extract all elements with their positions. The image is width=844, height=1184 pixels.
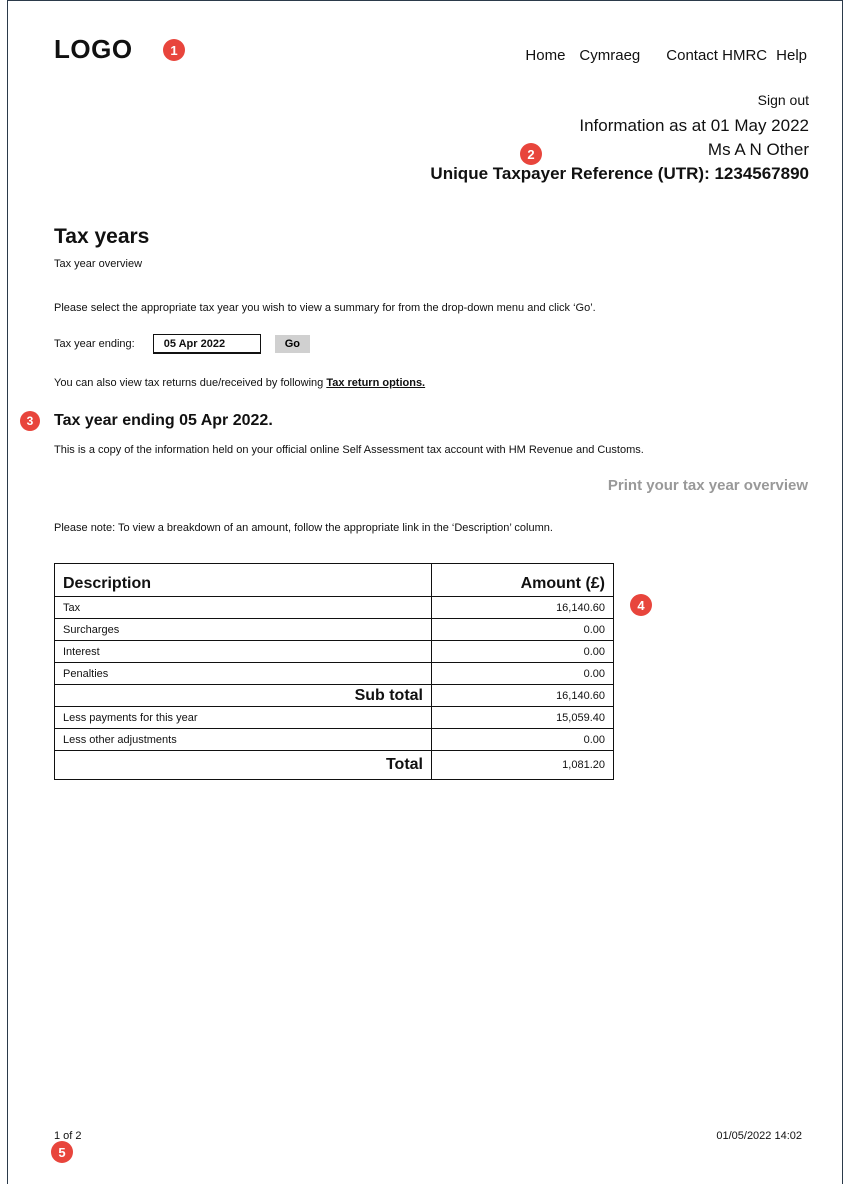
nav-home-link[interactable]: Home [525,47,565,64]
breakdown-note: Please note: To view a breakdown of an a… [54,522,553,534]
header-amount: Amount (£) [431,563,614,597]
nav-contact-hmrc-link[interactable]: Contact HMRC [666,47,767,64]
row-amount: 0.00 [431,618,614,641]
go-button[interactable]: Go [274,335,310,353]
table-row: Less payments for this year 15,059.40 [54,706,614,729]
row-description: Less payments for this year [54,706,432,729]
header-description: Description [54,563,432,597]
table-row: Penalties 0.00 [54,662,614,685]
tax-year-select[interactable]: 05 Apr 2022 [152,334,261,354]
annotation-marker-1: 1 [163,39,185,61]
row-amount: 0.00 [431,640,614,663]
copy-notice: This is a copy of the information held o… [54,444,644,456]
subtotal-amount: 16,140.60 [431,684,614,707]
table-header-row: Description Amount (£) [54,563,614,597]
row-amount: 15,059.40 [431,706,614,729]
page-count: 1 of 2 [54,1130,82,1142]
taxpayer-name: Ms A N Other [707,140,809,159]
logo: LOGO [54,34,133,64]
sign-out-link[interactable]: Sign out [430,92,809,108]
row-amount: 0.00 [431,662,614,685]
table-row: Interest 0.00 [54,640,614,663]
page-subtitle: Tax year overview [54,258,143,270]
utr-reference: Unique Taxpayer Reference (UTR): 1234567… [430,164,809,183]
table-row: Less other adjustments 0.00 [54,728,614,751]
print-timestamp: 01/05/2022 14:02 [716,1130,802,1142]
row-description: Surcharges [54,618,432,641]
tax-year-label: Tax year ending: [54,338,135,350]
row-description: Penalties [54,662,432,685]
subtotal-label: Sub total [54,684,432,707]
annotation-marker-4: 4 [630,594,652,616]
print-overview-link[interactable]: Print your tax year overview [608,477,808,494]
annotation-marker-5: 5 [51,1141,73,1163]
row-description: Interest [54,640,432,663]
tax-year-heading: Tax year ending 05 Apr 2022. [54,412,273,429]
row-amount: 16,140.60 [431,596,614,619]
also-text: You can also view tax returns due/receiv… [54,377,327,389]
instruction-text: Please select the appropriate tax year y… [54,302,596,314]
row-amount: 0.00 [431,728,614,751]
subtotal-row: Sub total 16,140.60 [54,684,614,707]
tax-return-options-text: You can also view tax returns due/receiv… [54,377,425,389]
row-description: Tax [54,596,432,619]
nav-cymraeg-link[interactable]: Cymraeg [579,47,640,64]
total-row: Total 1,081.20 [54,750,614,780]
tax-return-options-link[interactable]: Tax return options. [326,377,425,389]
total-amount: 1,081.20 [431,750,614,780]
table-row: Surcharges 0.00 [54,618,614,641]
nav-help-link[interactable]: Help [776,47,807,64]
annotation-marker-2: 2 [520,143,542,165]
table-row: Tax 16,140.60 [54,596,614,619]
top-navigation: Home Cymraeg Contact HMRC Help [525,47,807,64]
information-date: Information as at 01 May 2022 [579,116,809,135]
page-title: Tax years [54,225,150,248]
total-label: Total [54,750,432,780]
tax-year-selector: Tax year ending: 05 Apr 2022 Go [54,334,310,354]
account-info: Sign out Information as at 01 May 2022 M… [430,92,809,186]
annotation-marker-3: 3 [20,411,40,431]
row-description: Less other adjustments [54,728,432,751]
tax-summary-table: Description Amount (£) Tax 16,140.60 Sur… [54,563,614,780]
